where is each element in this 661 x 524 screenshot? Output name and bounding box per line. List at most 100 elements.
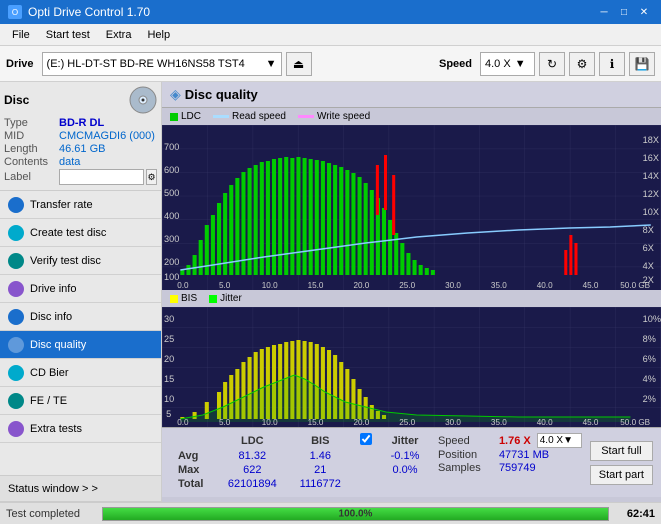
progress-track: 100.0% bbox=[102, 507, 609, 521]
svg-text:40.0: 40.0 bbox=[537, 418, 553, 427]
max-ldc: 622 bbox=[216, 463, 288, 477]
sidebar-item-verify-test-disc[interactable]: Verify test disc bbox=[0, 247, 161, 275]
svg-text:6%: 6% bbox=[643, 354, 656, 364]
app-title: Opti Drive Control 1.70 bbox=[28, 5, 150, 19]
drive-value: (E:) HL-DT-ST BD-RE WH16NS58 TST4 bbox=[47, 58, 245, 70]
legend-read-speed: Read speed bbox=[213, 111, 286, 122]
nav-label-disc-quality: Disc quality bbox=[30, 339, 86, 351]
eject-button[interactable]: ⏏ bbox=[286, 52, 312, 76]
sidebar-item-transfer-rate[interactable]: Transfer rate bbox=[0, 191, 161, 219]
bottom-chart: 30 25 20 15 10 5 10% 8% 6% 4% 2% 0.0 bbox=[162, 307, 661, 427]
svg-text:10: 10 bbox=[164, 394, 174, 404]
disc-header: Disc bbox=[4, 86, 157, 114]
disc-label-input[interactable] bbox=[59, 169, 144, 185]
disc-length-row: Length 46.61 GB bbox=[4, 143, 157, 155]
disc-quality-icon bbox=[8, 337, 24, 353]
nav-label-disc-info: Disc info bbox=[30, 311, 72, 323]
avg-bis: 1.46 bbox=[288, 449, 352, 463]
svg-text:45.0: 45.0 bbox=[583, 418, 599, 427]
transfer-rate-icon bbox=[8, 197, 24, 213]
menu-help[interactable]: Help bbox=[139, 27, 178, 43]
svg-text:200: 200 bbox=[164, 257, 179, 267]
svg-text:0.0: 0.0 bbox=[177, 418, 189, 427]
top-chart: 700 600 500 400 300 200 100 18X 16X 14X … bbox=[162, 125, 661, 290]
col-empty bbox=[170, 432, 216, 449]
stats-table: LDC BIS Jitter Avg 81.32 bbox=[170, 432, 430, 493]
start-full-button[interactable]: Start full bbox=[590, 441, 653, 461]
svg-text:400: 400 bbox=[164, 211, 179, 221]
svg-text:15.0: 15.0 bbox=[308, 281, 324, 290]
svg-text:15.0: 15.0 bbox=[308, 418, 324, 427]
status-text: Test completed bbox=[6, 508, 96, 520]
settings-button[interactable]: ⚙ bbox=[569, 52, 595, 76]
avg-ldc: 81.32 bbox=[216, 449, 288, 463]
speed-row: Speed 1.76 X 4.0 X ▼ bbox=[438, 433, 582, 448]
svg-text:18X: 18X bbox=[643, 135, 659, 145]
position-label: Position bbox=[438, 449, 493, 461]
status-window-button[interactable]: Status window > > bbox=[0, 476, 161, 502]
create-test-disc-icon bbox=[8, 225, 24, 241]
stats-row-max: Max 622 21 0.0% bbox=[170, 463, 430, 477]
sidebar-item-create-test-disc[interactable]: Create test disc bbox=[0, 219, 161, 247]
avg-label: Avg bbox=[170, 449, 216, 463]
ldc-color-swatch bbox=[170, 113, 178, 121]
speed-selector[interactable]: 4.0 X ▼ bbox=[480, 52, 535, 76]
start-part-button[interactable]: Start part bbox=[590, 465, 653, 485]
speed-label-text: Speed bbox=[438, 435, 493, 447]
top-chart-legend: LDC Read speed Write speed bbox=[162, 108, 661, 125]
svg-text:50.0 GB: 50.0 GB bbox=[620, 281, 650, 290]
disc-mid-value: CMCMAGDI6 (000) bbox=[59, 130, 155, 142]
sidebar-item-fe-te[interactable]: FE / TE bbox=[0, 387, 161, 415]
svg-text:20: 20 bbox=[164, 354, 174, 364]
speed-info: Speed 1.76 X 4.0 X ▼ Position 47731 MB S… bbox=[438, 432, 582, 493]
main-area: Disc Type BD-R DL MID CMCMAGDI6 (000) Le… bbox=[0, 82, 661, 502]
svg-text:8%: 8% bbox=[643, 334, 656, 344]
samples-row: Samples 759749 bbox=[438, 462, 582, 474]
save-button[interactable]: 💾 bbox=[629, 52, 655, 76]
close-button[interactable]: ✕ bbox=[635, 3, 653, 21]
sidebar-item-disc-info[interactable]: Disc info bbox=[0, 303, 161, 331]
max-label: Max bbox=[170, 463, 216, 477]
speed-dropdown-value: 4.0 X bbox=[540, 435, 563, 446]
app-icon: O bbox=[8, 5, 22, 19]
svg-text:5: 5 bbox=[166, 409, 171, 419]
sidebar-item-cd-bier[interactable]: CD Bier bbox=[0, 359, 161, 387]
info-button[interactable]: ℹ bbox=[599, 52, 625, 76]
menu-start-test[interactable]: Start test bbox=[38, 27, 98, 43]
refresh-button[interactable]: ↻ bbox=[539, 52, 565, 76]
svg-text:25.0: 25.0 bbox=[399, 281, 415, 290]
sidebar-item-extra-tests[interactable]: Extra tests bbox=[0, 415, 161, 443]
svg-text:10%: 10% bbox=[643, 314, 661, 324]
maximize-button[interactable]: □ bbox=[615, 3, 633, 21]
svg-text:10.0: 10.0 bbox=[262, 281, 278, 290]
sidebar-item-drive-info[interactable]: Drive info bbox=[0, 275, 161, 303]
total-ldc: 62101894 bbox=[216, 477, 288, 491]
svg-text:4X: 4X bbox=[643, 261, 654, 271]
menu-file[interactable]: File bbox=[4, 27, 38, 43]
disc-contents-label: Contents bbox=[4, 156, 59, 168]
disc-length-value: 46.61 GB bbox=[59, 143, 105, 155]
elapsed-time: 62:41 bbox=[615, 508, 655, 520]
disc-type-value: BD-R DL bbox=[59, 117, 104, 129]
svg-text:700: 700 bbox=[164, 142, 179, 152]
svg-text:25.0: 25.0 bbox=[399, 418, 415, 427]
svg-text:4%: 4% bbox=[643, 374, 656, 384]
minimize-button[interactable]: ─ bbox=[595, 3, 613, 21]
speed-dropdown[interactable]: 4.0 X ▼ bbox=[537, 433, 582, 448]
drive-selector[interactable]: (E:) HL-DT-ST BD-RE WH16NS58 TST4 ▼ bbox=[42, 52, 282, 76]
legend-ldc: LDC bbox=[170, 111, 201, 122]
disc-type-label: Type bbox=[4, 117, 59, 129]
fe-te-icon bbox=[8, 393, 24, 409]
nav-label-verify-test-disc: Verify test disc bbox=[30, 255, 101, 267]
svg-text:10.0: 10.0 bbox=[262, 418, 278, 427]
sidebar-item-disc-quality[interactable]: Disc quality bbox=[0, 331, 161, 359]
jitter-checkbox[interactable] bbox=[360, 433, 372, 445]
menu-extra[interactable]: Extra bbox=[98, 27, 140, 43]
legend-bis: BIS bbox=[170, 293, 197, 304]
svg-text:45.0: 45.0 bbox=[583, 281, 599, 290]
disc-label-row: Label ⚙ bbox=[4, 169, 157, 185]
disc-label-button[interactable]: ⚙ bbox=[146, 169, 157, 185]
start-buttons: Start full Start part bbox=[590, 432, 653, 493]
stats-row-avg: Avg 81.32 1.46 -0.1% bbox=[170, 449, 430, 463]
svg-text:8X: 8X bbox=[643, 225, 654, 235]
